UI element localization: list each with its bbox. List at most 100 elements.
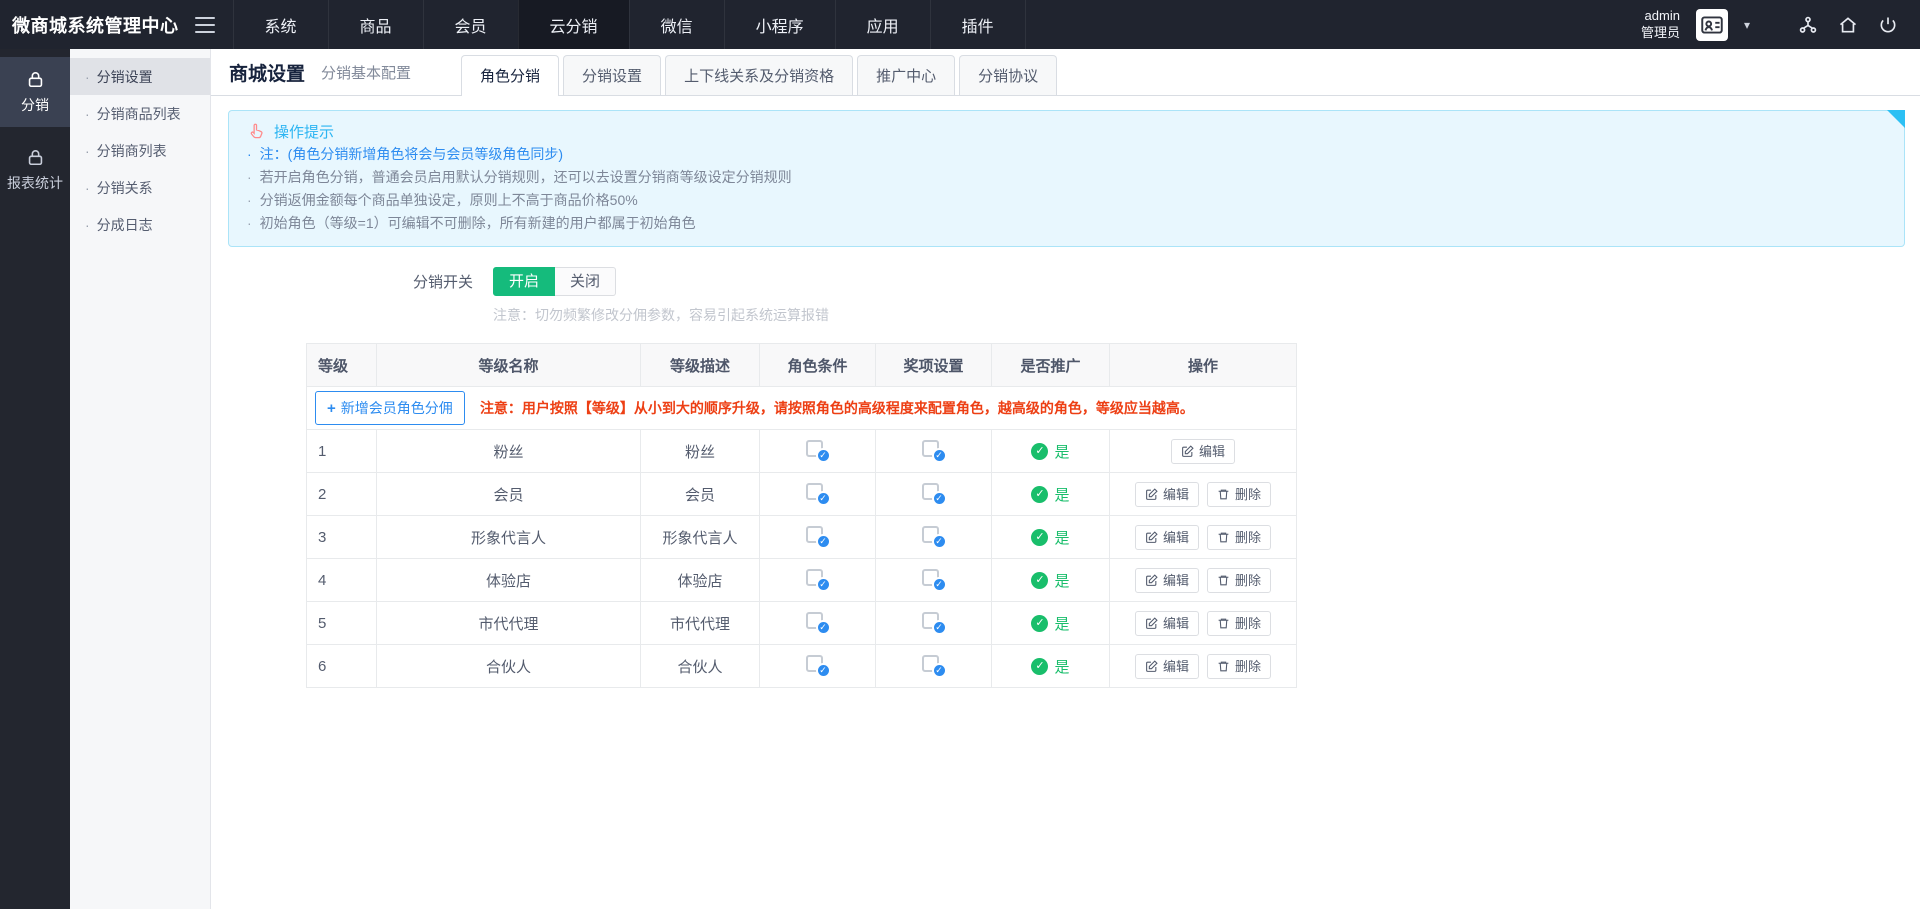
alert-title: 操作提示 [274,121,334,142]
edit-button[interactable]: 编辑 [1171,439,1235,464]
distribution-switch-label: 分销开关 [228,271,473,292]
roles-table-wrap: 等级 等级名称 等级描述 角色条件 奖项设置 是否推广 操作 + [306,343,1905,688]
tab-bar: 角色分销 分销设置 上下线关系及分销资格 推广中心 分销协议 [461,55,1057,95]
reward-config-icon[interactable]: ✓ [921,611,947,635]
tab-basic-config[interactable]: 分销基本配置 [321,62,411,83]
tab-updownline-qualification[interactable]: 上下线关系及分销资格 [665,55,853,95]
edit-button[interactable]: 编辑 [1135,525,1199,550]
alert-title-row: 操作提示 [247,119,1886,143]
delete-button[interactable]: 删除 [1207,525,1271,550]
power-icon[interactable] [1876,13,1900,37]
role-condition-config-icon[interactable]: ✓ [805,654,831,678]
role-condition-config-icon[interactable]: ✓ [805,482,831,506]
bullet-icon: · [247,192,252,208]
alert-line: ·注：(角色分销新增角色将会与会员等级角色同步) [247,143,1886,166]
cell-level: 3 [307,516,377,559]
edit-button[interactable]: 编辑 [1135,611,1199,636]
id-card-icon [1699,12,1725,38]
topnav-item-plugins[interactable]: 插件 [930,0,1026,49]
alert-line: ·初始角色（等级=1）可编辑不可删除，所有新建的用户都属于初始角色 [247,212,1886,235]
user-role: 管理员 [1641,25,1680,41]
rail-item-report-stats[interactable]: 报表统计 [0,135,70,205]
cell-level: 5 [307,602,377,645]
col-role-condition: 角色条件 [760,344,876,387]
topnav-item-system[interactable]: 系统 [233,0,328,49]
network-nodes-icon[interactable] [1796,13,1820,37]
delete-button[interactable]: 删除 [1207,611,1271,636]
operation-tip-alert: 操作提示 ·注：(角色分销新增角色将会与会员等级角色同步) ·若开启角色分销，普… [228,110,1905,247]
reward-config-icon[interactable]: ✓ [921,654,947,678]
sidebar-item-distribution-relations[interactable]: · 分销关系 [70,169,210,206]
col-level-name: 等级名称 [377,344,641,387]
role-condition-config-icon[interactable]: ✓ [805,439,831,463]
edit-button[interactable]: 编辑 [1135,482,1199,507]
switch-note: 注意：切勿频繁修改分佣参数，容易引起系统运算报错 [493,305,1905,325]
role-condition-config-icon[interactable]: ✓ [805,568,831,592]
roles-table: 等级 等级名称 等级描述 角色条件 奖项设置 是否推广 操作 + [306,343,1297,688]
bullet-icon: · [85,180,90,196]
cell-name: 合伙人 [377,645,641,688]
sidebar-item-distribution-goods-list[interactable]: · 分销商品列表 [70,95,210,132]
sidebar-item-distribution-settings[interactable]: · 分销设置 [70,58,210,95]
user-dropdown-caret-icon[interactable]: ▾ [1744,18,1750,32]
switch-on-button[interactable]: 开启 [493,267,555,296]
role-condition-config-icon[interactable]: ✓ [805,611,831,635]
topnav-item-wechat[interactable]: 微信 [629,0,724,49]
edit-button[interactable]: 编辑 [1135,654,1199,679]
table-row: 3 形象代言人 形象代言人 ✓ ✓ ✓是 编辑 删除 [307,516,1297,559]
edit-button[interactable]: 编辑 [1135,568,1199,593]
switch-off-button[interactable]: 关闭 [555,267,616,296]
reward-config-icon[interactable]: ✓ [921,439,947,463]
content-area: 操作提示 ·注：(角色分销新增角色将会与会员等级角色同步) ·若开启角色分销，普… [211,96,1920,688]
tab-distribution-agreement[interactable]: 分销协议 [959,55,1057,95]
trash-icon [1217,617,1230,630]
reward-config-icon[interactable]: ✓ [921,482,947,506]
home-icon[interactable] [1836,13,1860,37]
reward-config-icon[interactable]: ✓ [921,525,947,549]
topnav-item-cloud-distribution[interactable]: 云分销 [518,0,629,49]
delete-button[interactable]: 删除 [1207,654,1271,679]
cell-level: 2 [307,473,377,516]
menu-toggle-icon[interactable] [195,17,215,33]
alert-line: ·分销返佣金额每个商品单独设定，原则上不高于商品价格50% [247,189,1886,212]
add-member-role-button[interactable]: + 新增会员角色分佣 [315,391,465,425]
sidebar-item-commission-log[interactable]: · 分成日志 [70,206,210,243]
cell-desc: 粉丝 [641,430,760,473]
topnav-item-goods[interactable]: 商品 [328,0,423,49]
distribution-switch-group: 开启 关闭 [493,267,616,296]
role-condition-config-icon[interactable]: ✓ [805,525,831,549]
user-info[interactable]: admin 管理员 [1641,8,1680,41]
edit-icon [1181,445,1194,458]
cell-desc: 市代代理 [641,602,760,645]
bullet-icon: · [85,69,90,85]
tab-promotion-center[interactable]: 推广中心 [857,55,955,95]
reward-config-icon[interactable]: ✓ [921,568,947,592]
delete-button[interactable]: 删除 [1207,568,1271,593]
delete-button[interactable]: 删除 [1207,482,1271,507]
tab-role-distribution[interactable]: 角色分销 [461,55,559,95]
sidebar-item-distributor-list[interactable]: · 分销商列表 [70,132,210,169]
trash-icon [1217,574,1230,587]
trash-icon [1217,660,1230,673]
bullet-icon: · [247,146,252,162]
pointing-hand-icon [247,122,265,140]
table-row: 2 会员 会员 ✓ ✓ ✓是 编辑 删除 [307,473,1297,516]
page-header: 商城设置 分销基本配置 角色分销 分销设置 上下线关系及分销资格 推广中心 分销… [211,49,1920,96]
bullet-icon: · [85,106,90,122]
topnav-item-apps[interactable]: 应用 [835,0,930,49]
table-row: 1 粉丝 粉丝 ✓ ✓ ✓是 编辑 [307,430,1297,473]
topnav-item-miniprogram[interactable]: 小程序 [724,0,835,49]
tab-distribution-settings[interactable]: 分销设置 [563,55,661,95]
check-circle-icon: ✓ [1031,615,1048,632]
avatar[interactable] [1696,9,1728,41]
topnav-item-members[interactable]: 会员 [423,0,518,49]
edit-icon [1145,488,1158,501]
cell-level: 6 [307,645,377,688]
col-level: 等级 [307,344,377,387]
col-level-desc: 等级描述 [641,344,760,387]
cell-name: 会员 [377,473,641,516]
bullet-icon: · [85,143,90,159]
table-row: 5 市代代理 市代代理 ✓ ✓ ✓是 编辑 删除 [307,602,1297,645]
edit-icon [1145,574,1158,587]
rail-item-distribution[interactable]: 分销 [0,57,70,127]
